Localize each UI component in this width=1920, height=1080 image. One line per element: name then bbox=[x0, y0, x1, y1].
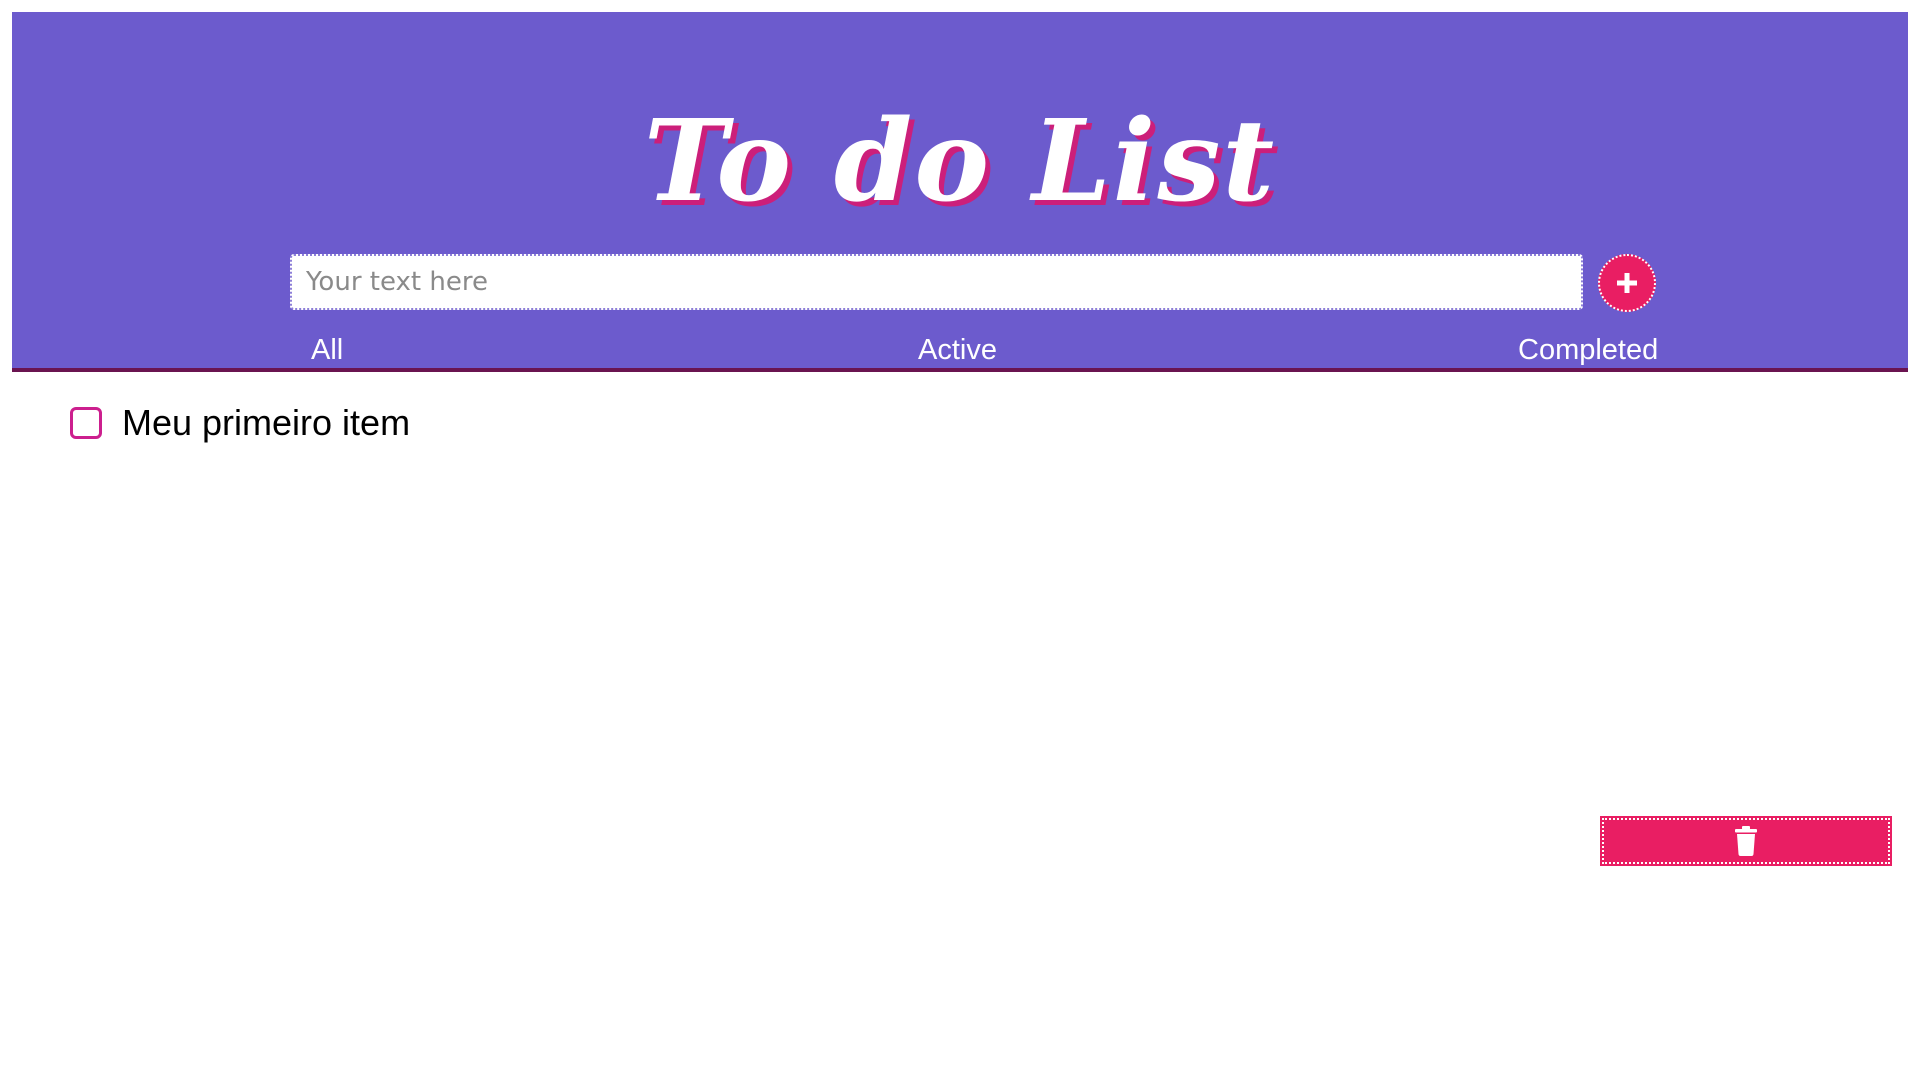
new-item-row bbox=[290, 254, 1660, 314]
add-item-button[interactable] bbox=[1598, 254, 1656, 312]
new-item-input[interactable] bbox=[290, 254, 1583, 310]
plus-icon bbox=[1617, 273, 1637, 293]
page-title: To do List bbox=[643, 96, 1277, 227]
tab-completed[interactable]: Completed bbox=[1518, 334, 1658, 367]
list-item: Meu primeiro item bbox=[70, 398, 1770, 448]
item-label: Meu primeiro item bbox=[122, 402, 411, 443]
item-checkbox[interactable] bbox=[70, 407, 102, 439]
app-header: To do List All Active Completed bbox=[12, 12, 1908, 372]
todo-list: Meu primeiro item bbox=[70, 398, 1770, 448]
clear-completed-button[interactable] bbox=[1600, 816, 1892, 866]
tab-active[interactable]: Active bbox=[918, 334, 997, 367]
todo-app: To do List All Active Completed Meu prim… bbox=[0, 0, 1920, 1080]
filter-tabs: All Active Completed bbox=[12, 334, 1908, 368]
trash-icon bbox=[1735, 826, 1757, 856]
tab-all[interactable]: All bbox=[311, 334, 343, 367]
